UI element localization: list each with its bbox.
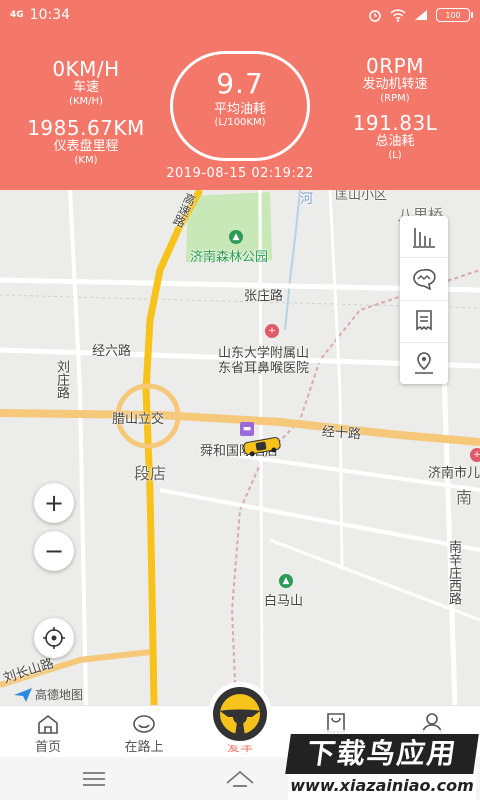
map-provider-name: 高德地图: [35, 688, 84, 702]
steering-wheel-icon: [213, 687, 267, 741]
speed-unit: (KM/H): [69, 96, 103, 107]
park-poi-icon: ▲: [229, 230, 243, 244]
zoom-out-button[interactable]: −: [34, 531, 74, 571]
data-timestamp: 2019-08-15 02:19:22: [166, 166, 314, 181]
avg-fuel-gauge: 9.7 平均油耗 (L/100KM): [170, 51, 310, 161]
status-time: 10:34: [29, 7, 71, 23]
status-bar: 4G 10:34 100: [0, 0, 480, 30]
total-fuel-stat: 191.83L 总油耗 (L): [315, 112, 475, 162]
location-tool-button[interactable]: [400, 343, 448, 384]
chat-icon: [413, 268, 436, 290]
map-label-hospital-line2: 东省耳鼻喉医院: [218, 361, 310, 376]
speed-value: 0KM/H: [52, 57, 120, 81]
watermark: 下载鸟应用 www.xiazainiao.com: [285, 730, 479, 800]
rpm-label: 发动机转速: [362, 77, 428, 92]
document-tool-button[interactable]: [400, 301, 448, 343]
map-label-jingliu-road: 经六路: [92, 344, 132, 359]
rpm-stat: 0RPM 发动机转速 (RPM): [315, 55, 475, 105]
location-pin-icon: [415, 352, 433, 375]
city-poi-icon: +: [470, 448, 480, 462]
speed-label: 车速: [72, 80, 99, 95]
map-label-liuzhuang-road: 刘庄路: [54, 360, 69, 399]
map-label-top-area: 匡山小区: [335, 190, 388, 203]
rpm-unit: (RPM): [380, 93, 410, 104]
nav-item-home[interactable]: 首页: [0, 706, 96, 758]
speed-stat: 0KM/H 车速 (KM/H): [6, 58, 166, 108]
map-view[interactable]: 匡山小区 八里桥 高速路 河 ▲ 济南森林公园 张庄路 经六路 + 山东大学附属…: [0, 190, 480, 705]
map-label-jingshi-road: 经十路: [321, 424, 362, 443]
nav-item-on-road[interactable]: 在路上: [96, 706, 192, 758]
menu-icon[interactable]: [82, 771, 106, 787]
chat-tool-button[interactable]: [400, 258, 448, 301]
nav-label-home: 首页: [34, 740, 61, 755]
locate-me-button[interactable]: [34, 618, 74, 658]
battery-level: 100: [445, 10, 461, 20]
chart-icon: [413, 227, 435, 248]
total-fuel-value: 191.83L: [352, 111, 438, 135]
rpm-value: 0RPM: [366, 54, 424, 78]
watermark-title: 下载鸟应用: [285, 734, 479, 774]
car-tab-button[interactable]: [208, 682, 272, 746]
avg-fuel-label: 平均油耗: [213, 102, 266, 117]
network-indicator: 4G: [10, 9, 24, 20]
total-fuel-unit: (L): [388, 150, 402, 161]
crosshair-icon: [43, 627, 65, 649]
map-label-nan: 南: [456, 488, 473, 507]
map-label-river: 河: [300, 192, 314, 207]
total-fuel-label: 总油耗: [375, 134, 415, 149]
alarm-icon: [369, 10, 381, 22]
map-label-lashan-interchange: 腊山立交: [112, 412, 165, 427]
hotel-poi-icon: ▬: [240, 422, 254, 436]
home-icon: [38, 714, 58, 734]
map-label-jinan-city: 济南市儿: [428, 466, 480, 481]
nav-label-on-road: 在路上: [124, 740, 164, 755]
map-label-nanxinzhuang-road: 南辛庄西路: [446, 540, 461, 605]
amap-logo-icon: [14, 687, 32, 702]
map-tool-panel: [400, 216, 448, 384]
signal-icon: [415, 10, 427, 20]
watermark-url: www.xiazainiao.com: [290, 776, 474, 795]
battery-icon: 100: [436, 8, 473, 22]
chart-tool-button[interactable]: [400, 216, 448, 259]
map-label-zhangzhuang-road: 张庄路: [244, 289, 284, 304]
document-icon: [416, 310, 432, 331]
avg-fuel-value: 9.7: [216, 67, 264, 100]
map-provider-logo: 高德地图: [14, 686, 83, 703]
map-label-duandian: 段店: [134, 464, 167, 483]
avg-fuel-unit: (L/100KM): [214, 117, 266, 128]
vehicle-dashboard: 0KM/H 车速 (KM/H) 1985.67KM 仪表盘里程 (KM) 9.7…: [0, 30, 480, 190]
map-label-baima-mountain: 白马山: [264, 594, 304, 609]
hospital-poi-icon: +: [265, 324, 279, 338]
odometer-label: 仪表盘里程: [53, 139, 119, 154]
map-label-park: 济南森林公园: [190, 250, 269, 265]
wifi-icon: [390, 8, 406, 22]
home-key-icon[interactable]: [225, 769, 255, 787]
mountain-poi-icon: ▲: [279, 574, 293, 588]
zoom-in-button[interactable]: +: [34, 483, 74, 523]
odometer-value: 1985.67KM: [27, 116, 145, 140]
odometer-stat: 1985.67KM 仪表盘里程 (KM): [6, 117, 166, 167]
face-icon: [133, 715, 155, 733]
